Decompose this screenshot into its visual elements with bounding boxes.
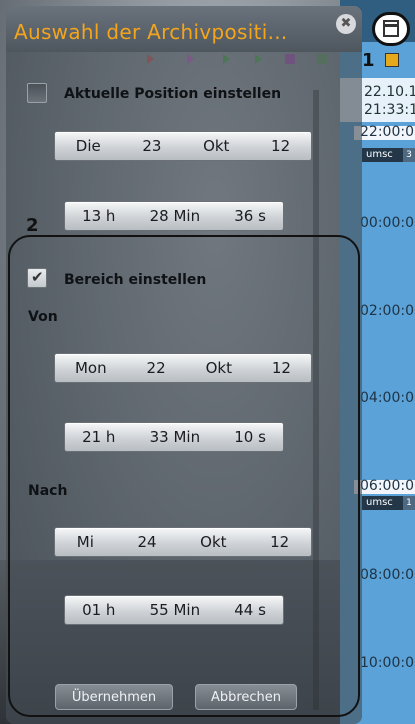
camera-marker[interactable]: umsc 3 xyxy=(362,148,415,162)
range-checkbox[interactable] xyxy=(27,268,47,288)
weekday-value: Mi xyxy=(76,533,94,551)
timeline-tick: 00:00:00 xyxy=(360,215,415,231)
current-position-checkbox[interactable] xyxy=(27,83,47,103)
camera-marker-label: umsc xyxy=(366,497,393,508)
timeline-date: 22.10.12 xyxy=(364,84,415,100)
timeline-tick: 04:00:00 xyxy=(360,390,415,406)
year-value: 12 xyxy=(270,533,290,551)
hours-value: 21 h xyxy=(82,428,116,446)
day-value: 24 xyxy=(137,533,157,551)
apply-button[interactable]: Übernehmen xyxy=(55,684,173,710)
range-highlight-outline xyxy=(8,235,360,717)
timeline-tick: 02:00:00 xyxy=(360,303,415,319)
day-value: 22 xyxy=(146,359,166,377)
callout-2: 2 xyxy=(26,215,39,236)
month-value: Okt xyxy=(200,533,227,551)
minutes-value: 33 Min xyxy=(149,428,201,446)
to-label: Nach xyxy=(28,483,68,499)
weekday-value: Die xyxy=(75,137,101,155)
timeline-tick: 06:00:00 xyxy=(360,478,415,494)
minutes-value: 55 Min xyxy=(149,601,201,619)
from-time-spinner[interactable]: 21 h 33 Min 10 s xyxy=(64,422,284,452)
close-icon: ✖ xyxy=(340,16,352,31)
seconds-value: 44 s xyxy=(234,601,266,619)
from-date-spinner[interactable]: Mon 22 Okt 12 xyxy=(54,353,312,383)
camera-marker[interactable]: umsc 1 xyxy=(362,496,415,510)
month-value: Okt xyxy=(203,137,230,155)
current-time-spinner[interactable]: 13 h 28 Min 36 s xyxy=(64,201,284,231)
range-label: Bereich einstellen xyxy=(64,272,207,288)
seconds-value: 36 s xyxy=(234,207,266,225)
timeline-tick: 10:00:00 xyxy=(360,655,415,671)
minutes-value: 28 Min xyxy=(149,207,201,225)
close-button[interactable]: ✖ xyxy=(336,14,356,34)
timeline-time: 21:33:10 xyxy=(364,102,415,118)
current-date-spinner[interactable]: Die 23 Okt 12 xyxy=(54,131,312,161)
year-value: 12 xyxy=(271,359,291,377)
day-value: 23 xyxy=(142,137,162,155)
cancel-button[interactable]: Abbrechen xyxy=(195,684,297,710)
calendar-icon xyxy=(383,20,399,37)
to-time-spinner[interactable]: 01 h 55 Min 44 s xyxy=(64,595,284,625)
to-date-spinner[interactable]: Mi 24 Okt 12 xyxy=(54,527,312,557)
calendar-button[interactable] xyxy=(372,12,410,46)
hours-value: 01 h xyxy=(82,601,116,619)
dialog-title: Auswahl der Archivpositi... xyxy=(14,20,288,44)
archive-icon[interactable] xyxy=(385,53,399,67)
timeline-tick: 22:00:00 xyxy=(360,124,415,140)
callout-1: 1 xyxy=(362,50,375,71)
seconds-value: 10 s xyxy=(234,428,266,446)
timeline-tick: 08:00:00 xyxy=(360,567,415,583)
year-value: 12 xyxy=(271,137,291,155)
weekday-value: Mon xyxy=(74,359,107,377)
camera-marker-label: umsc xyxy=(366,149,393,160)
current-position-label: Aktuelle Position einstellen xyxy=(64,86,282,102)
month-value: Okt xyxy=(205,359,232,377)
from-label: Von xyxy=(28,309,58,325)
hours-value: 13 h xyxy=(82,207,116,225)
